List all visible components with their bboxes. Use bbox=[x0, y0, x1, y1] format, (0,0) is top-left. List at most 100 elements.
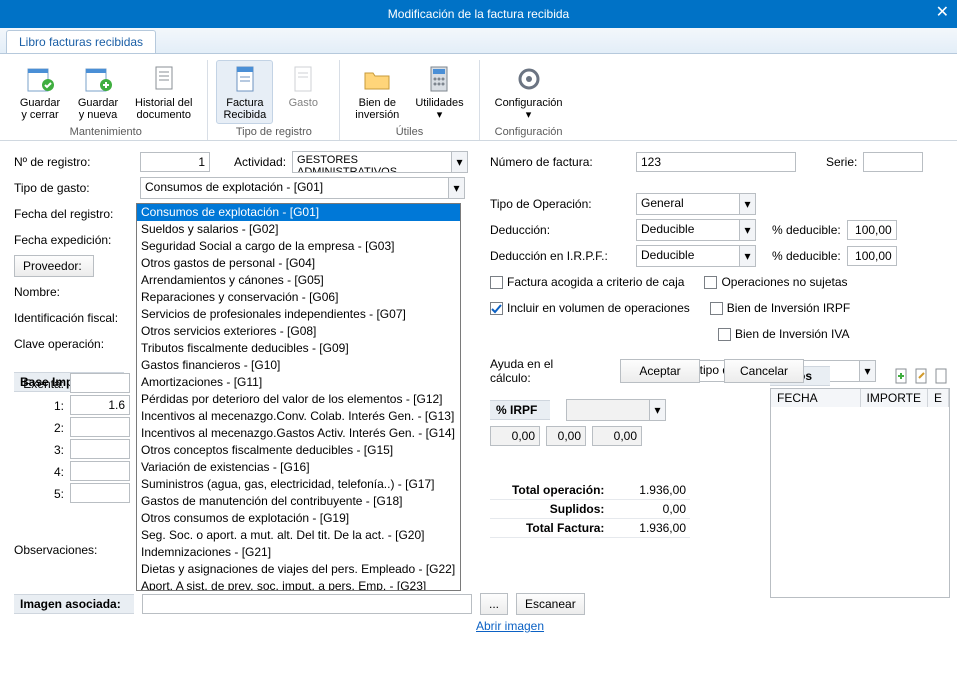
dropdown-option[interactable]: Sueldos y salarios - [G02] bbox=[137, 221, 460, 238]
total-op-label: Total operación: bbox=[494, 483, 604, 497]
chk-bien-irpf[interactable]: Bien de Inversión IRPF bbox=[710, 301, 850, 315]
chk-nosujetas-label: Operaciones no sujetas bbox=[721, 275, 847, 289]
ribbon-group-mantenimiento: Guardar y cerrar Guardar y nueva Histori… bbox=[4, 60, 208, 140]
dropdown-option[interactable]: Otros servicios exteriores - [G08] bbox=[137, 323, 460, 340]
abrir-imagen-link[interactable]: Abrir imagen bbox=[476, 619, 544, 633]
actividad-combo[interactable]: GESTORES ADMINISTRATIVOS ▾ bbox=[292, 151, 468, 173]
numfact-input[interactable] bbox=[636, 152, 796, 172]
chevron-down-icon: ▾ bbox=[739, 220, 755, 240]
edit-page-icon[interactable] bbox=[914, 368, 930, 384]
cancelar-button[interactable]: Cancelar bbox=[724, 359, 804, 383]
aceptar-button[interactable]: Aceptar bbox=[620, 359, 700, 383]
chk-bien-iva[interactable]: Bien de Inversión IVA bbox=[718, 327, 850, 341]
tipogasto-value: Consumos de explotación - [G01] bbox=[141, 178, 448, 198]
dropdown-option[interactable]: Incentivos al mecenazgo.Gastos Activ. In… bbox=[137, 425, 460, 442]
base2-input[interactable] bbox=[70, 417, 130, 437]
titlebar: Modificación de la factura recibida ✕ bbox=[0, 0, 957, 28]
tipogasto-dropdown-list[interactable]: Consumos de explotación - [G01]Sueldos y… bbox=[136, 203, 461, 591]
dropdown-option[interactable]: Incentivos al mecenazgo.Conv. Colab. Int… bbox=[137, 408, 460, 425]
col-importe[interactable]: IMPORTE bbox=[860, 389, 927, 407]
dedirpf-combo[interactable]: Deducible▾ bbox=[636, 245, 756, 267]
tab-libro-facturas[interactable]: Libro facturas recibidas bbox=[6, 30, 156, 53]
total-op-value: 1.936,00 bbox=[612, 483, 686, 497]
dropdown-option[interactable]: Indemnizaciones - [G21] bbox=[137, 544, 460, 561]
irpf-combo[interactable]: ▾ bbox=[566, 399, 666, 421]
dropdown-option[interactable]: Amortizaciones - [G11] bbox=[137, 374, 460, 391]
browse-button[interactable]: ... bbox=[480, 593, 508, 615]
base4-input[interactable] bbox=[70, 461, 130, 481]
delete-page-icon[interactable] bbox=[934, 368, 950, 384]
irpf-value bbox=[567, 400, 649, 420]
irpf-v3[interactable] bbox=[592, 426, 642, 446]
calculator-icon bbox=[423, 63, 455, 95]
dropdown-option[interactable]: Suministros (agua, gas, electricidad, te… bbox=[137, 476, 460, 493]
guardar-nueva-button[interactable]: Guardar y nueva bbox=[70, 60, 126, 124]
chk-nosujetas[interactable]: Operaciones no sujetas bbox=[704, 275, 847, 289]
dropdown-option[interactable]: Tributos fiscalmente deducibles - [G09] bbox=[137, 340, 460, 357]
chevron-down-icon: ▾ bbox=[739, 246, 755, 266]
dropdown-option[interactable]: Pérdidas por deterioro del valor de los … bbox=[137, 391, 460, 408]
ribbon: Guardar y cerrar Guardar y nueva Histori… bbox=[0, 54, 957, 141]
chevron-down-icon: ▾ bbox=[451, 152, 467, 172]
pctded-input[interactable] bbox=[847, 220, 897, 240]
col-e[interactable]: E bbox=[927, 389, 948, 407]
dropdown-option[interactable]: Otros gastos de personal - [G04] bbox=[137, 255, 460, 272]
add-page-icon[interactable] bbox=[894, 368, 910, 384]
checkbox-empty-icon bbox=[704, 276, 717, 289]
dropdown-option[interactable]: Gastos financieros - [G10] bbox=[137, 357, 460, 374]
utilidades-button[interactable]: Utilidades ▾ bbox=[408, 60, 470, 124]
dropdown-option[interactable]: Servicios de profesionales independiente… bbox=[137, 306, 460, 323]
actividad-label: Actividad: bbox=[234, 155, 286, 169]
numfact-label: Número de factura: bbox=[490, 155, 630, 169]
col-fecha[interactable]: FECHA bbox=[771, 389, 860, 407]
dropdown-option[interactable]: Dietas y asignaciones de viajes del pers… bbox=[137, 561, 460, 578]
exenta-input[interactable] bbox=[70, 373, 130, 393]
imagen-path-input[interactable] bbox=[142, 594, 472, 614]
base3-input[interactable] bbox=[70, 439, 130, 459]
irpf-v1[interactable] bbox=[490, 426, 540, 446]
dropdown-option[interactable]: Arrendamientos y cánones - [G05] bbox=[137, 272, 460, 289]
utilidades-label: Utilidades ▾ bbox=[415, 97, 463, 121]
factura-recibida-label: Factura Recibida bbox=[223, 97, 266, 121]
dropdown-option[interactable]: Aport. A sist. de prev. soc. imput. a pe… bbox=[137, 578, 460, 591]
ayuda-label: Ayuda en el cálculo: bbox=[490, 357, 590, 385]
base5-input[interactable] bbox=[70, 483, 130, 503]
bien-inversion-label: Bien de inversión bbox=[355, 97, 399, 121]
serie-input[interactable] bbox=[863, 152, 923, 172]
checkbox-checked-icon bbox=[490, 302, 503, 315]
historial-button[interactable]: Historial del documento bbox=[128, 60, 199, 124]
nombre-label: Nombre: bbox=[14, 285, 134, 299]
fechaexp-label: Fecha expedición: bbox=[14, 233, 134, 247]
dropdown-option[interactable]: Otros conceptos fiscalmente deducibles -… bbox=[137, 442, 460, 459]
dropdown-option[interactable]: Gastos de manutención del contribuyente … bbox=[137, 493, 460, 510]
guardar-cerrar-button[interactable]: Guardar y cerrar bbox=[12, 60, 68, 124]
close-icon[interactable]: ✕ bbox=[936, 2, 949, 22]
proveedor-button[interactable]: Proveedor: bbox=[14, 255, 94, 277]
deduccion-combo[interactable]: Deducible▾ bbox=[636, 219, 756, 241]
escanear-button[interactable]: Escanear bbox=[516, 593, 585, 615]
irpf-v2[interactable] bbox=[546, 426, 586, 446]
nregistro-input[interactable] bbox=[140, 152, 210, 172]
chk-caja[interactable]: Factura acogida a criterio de caja bbox=[490, 275, 684, 289]
chk-incluir-label: Incluir en volumen de operaciones bbox=[507, 301, 690, 315]
configuracion-button[interactable]: Configuración ▾ bbox=[488, 60, 570, 124]
dropdown-option[interactable]: Seg. Soc. o aport. a mut. alt. Del tit. … bbox=[137, 527, 460, 544]
base1-input[interactable] bbox=[70, 395, 130, 415]
dropdown-option[interactable]: Reparaciones y conservación - [G06] bbox=[137, 289, 460, 306]
save-new-icon bbox=[82, 63, 114, 95]
dropdown-option[interactable]: Seguridad Social a cargo de la empresa -… bbox=[137, 238, 460, 255]
tipogasto-combo[interactable]: Consumos de explotación - [G01] ▾ bbox=[140, 177, 465, 199]
total-operacion-row: Total operación: 1.936,00 bbox=[490, 481, 690, 500]
factura-recibida-button[interactable]: Factura Recibida bbox=[216, 60, 273, 124]
ribbon-group-config: Configuración ▾ Configuración bbox=[480, 60, 578, 140]
dropdown-option[interactable]: Variación de existencias - [G16] bbox=[137, 459, 460, 476]
tipoop-combo[interactable]: General▾ bbox=[636, 193, 756, 215]
suplidos-label: Suplidos: bbox=[494, 502, 604, 516]
dropdown-option[interactable]: Consumos de explotación - [G01] bbox=[137, 204, 460, 221]
gasto-button[interactable]: Gasto bbox=[275, 60, 331, 124]
dropdown-option[interactable]: Otros consumos de explotación - [G19] bbox=[137, 510, 460, 527]
pagos-grid[interactable]: FECHA IMPORTE E bbox=[770, 388, 950, 598]
bien-inversion-button[interactable]: Bien de inversión bbox=[348, 60, 406, 124]
pctded2-input[interactable] bbox=[847, 246, 897, 266]
chk-incluir[interactable]: Incluir en volumen de operaciones bbox=[490, 301, 690, 315]
